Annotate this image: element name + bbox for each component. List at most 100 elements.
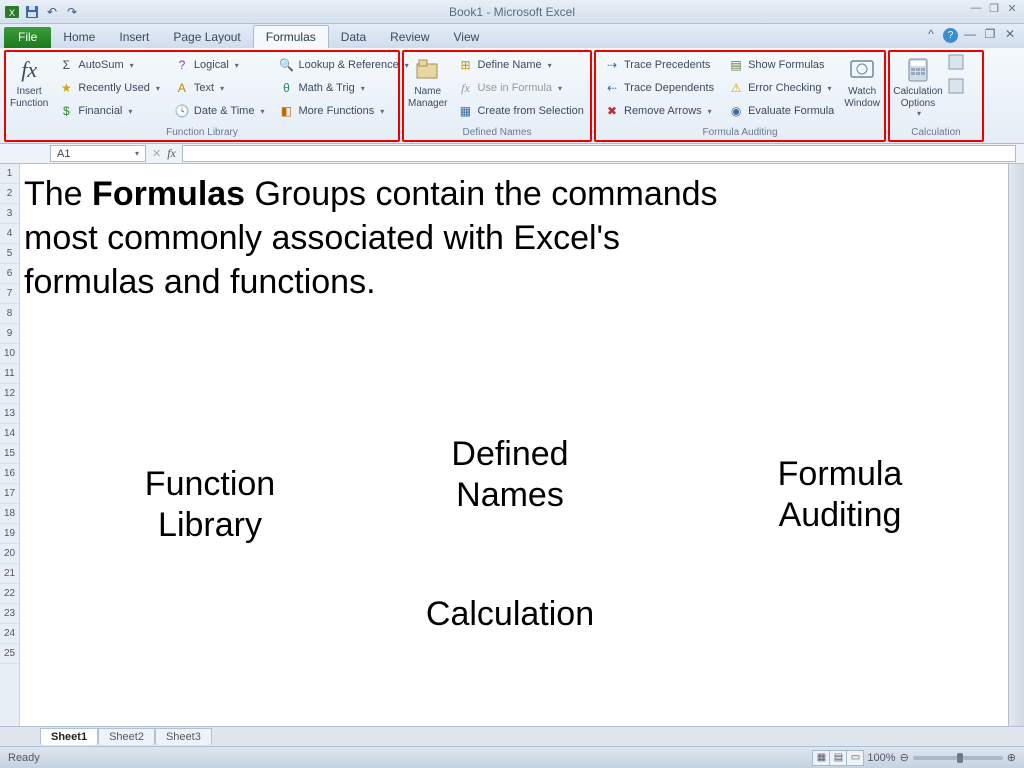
row-header[interactable]: 23: [0, 604, 19, 624]
math-trig-button[interactable]: θMath & Trig▾: [274, 77, 412, 99]
svg-text:X: X: [9, 8, 15, 18]
remove-arrows-button[interactable]: ✖Remove Arrows▾: [600, 100, 718, 122]
tab-file[interactable]: File: [4, 27, 51, 48]
row-header[interactable]: 12: [0, 384, 19, 404]
zoom-in-button[interactable]: ⊕: [1007, 751, 1016, 764]
star-icon: ★: [58, 80, 74, 96]
zoom-level[interactable]: 100%: [867, 752, 895, 764]
zoom-out-button[interactable]: ⊖: [900, 751, 909, 764]
row-header[interactable]: 1: [0, 164, 19, 184]
window-min-icon[interactable]: —: [962, 27, 978, 43]
grid-icon: ▦: [457, 103, 473, 119]
save-icon[interactable]: [24, 4, 40, 20]
tag-icon: ⊞: [457, 57, 473, 73]
tab-formulas[interactable]: Formulas: [253, 25, 329, 48]
row-header[interactable]: 22: [0, 584, 19, 604]
financial-button[interactable]: $Financial▾: [54, 100, 164, 122]
tab-review[interactable]: Review: [378, 26, 441, 48]
row-header[interactable]: 15: [0, 444, 19, 464]
financial-icon: $: [58, 103, 74, 119]
row-header[interactable]: 9: [0, 324, 19, 344]
use-in-formula-button[interactable]: fxUse in Formula▾: [453, 77, 587, 99]
close-icon[interactable]: ✕: [1004, 2, 1020, 16]
watch-window-label: Watch Window: [844, 86, 880, 109]
window-close-icon[interactable]: ✕: [1002, 27, 1018, 43]
row-header[interactable]: 19: [0, 524, 19, 544]
watch-window-button[interactable]: Watch Window: [844, 54, 880, 109]
calculate-sheet-icon[interactable]: [948, 78, 966, 96]
cancel-icon[interactable]: ✕: [152, 147, 161, 160]
help-icon[interactable]: ?: [943, 28, 958, 43]
tab-view[interactable]: View: [442, 26, 492, 48]
show-formulas-icon: ▤: [728, 57, 744, 73]
create-from-selection-button[interactable]: ▦Create from Selection: [453, 100, 587, 122]
insert-function-button[interactable]: fx Insert Function: [10, 54, 48, 109]
fx-small-icon: fx: [457, 80, 473, 96]
vertical-scrollbar[interactable]: [1008, 164, 1024, 726]
sheet-tab[interactable]: Sheet3: [155, 728, 212, 745]
name-box[interactable]: A1▾: [50, 145, 146, 162]
window-restore-icon[interactable]: ❐: [982, 27, 998, 43]
autosum-button[interactable]: ΣAutoSum▾: [54, 54, 164, 76]
calculation-options-label: Calculation Options: [893, 86, 942, 109]
define-name-button[interactable]: ⊞Define Name▾: [453, 54, 587, 76]
group-label: Formula Auditing: [600, 126, 880, 140]
formula-bar: A1▾ ✕ fx: [0, 144, 1024, 164]
minimize-icon[interactable]: —: [968, 2, 984, 16]
sheet-tab[interactable]: Sheet1: [40, 728, 98, 745]
row-header[interactable]: 21: [0, 564, 19, 584]
row-header[interactable]: 24: [0, 624, 19, 644]
name-manager-label: Name Manager: [408, 86, 447, 109]
row-header[interactable]: 25: [0, 644, 19, 664]
page-layout-icon: ▤: [829, 750, 847, 766]
evaluate-formula-button[interactable]: ◉Evaluate Formula: [724, 100, 838, 122]
restore-icon[interactable]: ❐: [986, 2, 1002, 16]
row-header[interactable]: 4: [0, 224, 19, 244]
show-formulas-button[interactable]: ▤Show Formulas: [724, 54, 838, 76]
group-calculation: Calculation Options▾ Calculation: [888, 50, 984, 142]
label-defined-names: Defined Names: [420, 434, 600, 516]
calculation-options-button[interactable]: Calculation Options▾: [894, 54, 942, 118]
row-header[interactable]: 16: [0, 464, 19, 484]
row-header[interactable]: 11: [0, 364, 19, 384]
redo-icon[interactable]: ↷: [64, 4, 80, 20]
row-header[interactable]: 6: [0, 264, 19, 284]
sigma-icon: Σ: [58, 57, 74, 73]
undo-icon[interactable]: ↶: [44, 4, 60, 20]
view-buttons[interactable]: ▦▤▭: [812, 750, 863, 766]
date-time-button[interactable]: 🕓Date & Time▾: [170, 100, 269, 122]
name-manager-button[interactable]: Name Manager: [408, 54, 447, 109]
row-header[interactable]: 17: [0, 484, 19, 504]
minimize-ribbon-icon[interactable]: ^: [923, 27, 939, 43]
fx-icon: fx: [15, 56, 43, 84]
row-header[interactable]: 13: [0, 404, 19, 424]
calculate-now-icon[interactable]: [948, 54, 966, 72]
row-header[interactable]: 5: [0, 244, 19, 264]
recently-used-button[interactable]: ★Recently Used▾: [54, 77, 164, 99]
error-checking-button[interactable]: ⚠Error Checking▾: [724, 77, 838, 99]
zoom-slider[interactable]: [913, 756, 1003, 760]
sheet-tab[interactable]: Sheet2: [98, 728, 155, 745]
row-header[interactable]: 18: [0, 504, 19, 524]
row-header[interactable]: 7: [0, 284, 19, 304]
tab-data[interactable]: Data: [329, 26, 378, 48]
row-header[interactable]: 8: [0, 304, 19, 324]
tab-page-layout[interactable]: Page Layout: [161, 26, 252, 48]
fx-icon[interactable]: fx: [167, 146, 176, 161]
lookup-reference-button[interactable]: 🔍Lookup & Reference▾: [274, 54, 412, 76]
row-header[interactable]: 2: [0, 184, 19, 204]
formula-input[interactable]: [182, 145, 1016, 162]
text-button[interactable]: AText▾: [170, 77, 269, 99]
logical-button[interactable]: ?Logical▾: [170, 54, 269, 76]
row-header[interactable]: 14: [0, 424, 19, 444]
trace-dependents-button[interactable]: ⇠Trace Dependents: [600, 77, 718, 99]
row-header[interactable]: 3: [0, 204, 19, 224]
tab-home[interactable]: Home: [51, 26, 107, 48]
tab-insert[interactable]: Insert: [107, 26, 161, 48]
row-header[interactable]: 10: [0, 344, 19, 364]
row-header[interactable]: 20: [0, 544, 19, 564]
more-functions-button[interactable]: ◧More Functions▾: [274, 100, 412, 122]
trace-precedents-button[interactable]: ⇢Trace Precedents: [600, 54, 718, 76]
arrow-out-icon: ⇠: [604, 80, 620, 96]
remove-arrow-icon: ✖: [604, 103, 620, 119]
